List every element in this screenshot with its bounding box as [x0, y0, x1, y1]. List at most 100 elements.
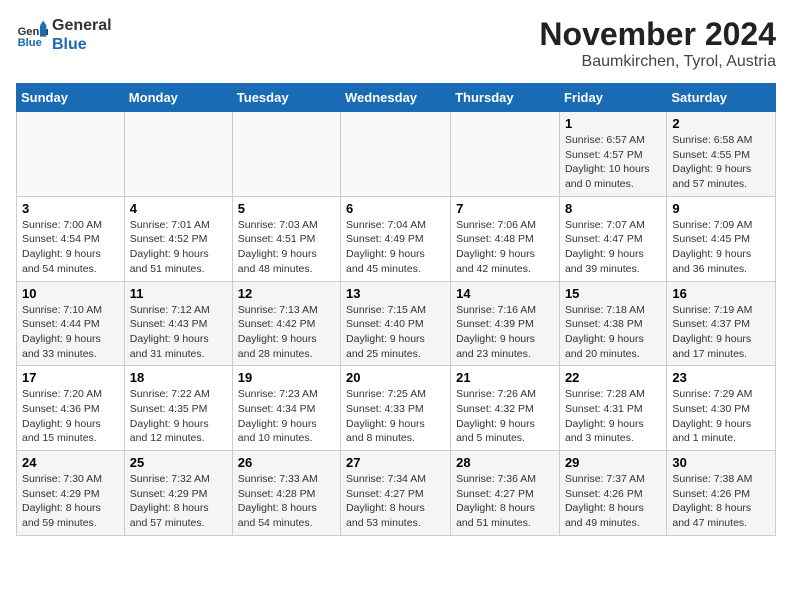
empty-cell — [341, 112, 451, 197]
calendar-table: SundayMondayTuesdayWednesdayThursdayFrid… — [16, 83, 776, 536]
header: General Blue General Blue November 2024 … — [16, 16, 776, 71]
header-wednesday: Wednesday — [341, 84, 451, 112]
day-info: Sunrise: 7:03 AM Sunset: 4:51 PM Dayligh… — [238, 218, 335, 277]
day-cell-19: 19 Sunrise: 7:23 AM Sunset: 4:34 PM Dayli… — [232, 366, 340, 451]
day-cell-5: 5Sunrise: 7:03 AM Sunset: 4:51 PM Daylig… — [232, 196, 340, 281]
day-number: 11 — [130, 286, 227, 301]
day-number: 14 — [456, 286, 554, 301]
day-info: Sunrise: 7:18 AM Sunset: 4:38 PM Dayligh… — [565, 303, 661, 362]
day-cell-27: 27Sunrise: 7:34 AM Sunset: 4:27 PM Dayli… — [341, 451, 451, 536]
day-number: 20 — [346, 370, 445, 385]
logo-line1: General — [52, 16, 112, 35]
day-info: Sunrise: 7:25 AM Sunset: 4:33 PM Dayligh… — [346, 387, 445, 446]
week-row-5: 24 Sunrise: 7:30 AM Sunset: 4:29 PM Dayli… — [17, 451, 776, 536]
day-number: 3 — [22, 201, 119, 216]
svg-text:Blue: Blue — [18, 37, 42, 49]
day-number: 19 — [238, 370, 335, 385]
day-cell-8: 8 Sunrise: 7:07 AM Sunset: 4:47 PM Daylig… — [559, 196, 666, 281]
day-info: Sunrise: 7:30 AM Sunset: 4:29 PM Dayligh… — [22, 472, 119, 531]
day-number: 24 — [22, 455, 119, 470]
day-cell-4: 4Sunrise: 7:01 AM Sunset: 4:52 PM Daylig… — [124, 196, 232, 281]
day-info: Sunrise: 7:20 AM Sunset: 4:36 PM Dayligh… — [22, 387, 119, 446]
day-cell-11: 11 Sunrise: 7:12 AM Sunset: 4:43 PM Dayli… — [124, 281, 232, 366]
day-info: Sunrise: 7:38 AM Sunset: 4:26 PM Dayligh… — [672, 472, 770, 531]
day-info: Sunrise: 7:37 AM Sunset: 4:26 PM Dayligh… — [565, 472, 661, 531]
day-info: Sunrise: 7:00 AM Sunset: 4:54 PM Dayligh… — [22, 218, 119, 277]
day-number: 28 — [456, 455, 554, 470]
day-info: Sunrise: 7:13 AM Sunset: 4:42 PM Dayligh… — [238, 303, 335, 362]
day-info: Sunrise: 7:36 AM Sunset: 4:27 PM Dayligh… — [456, 472, 554, 531]
day-cell-25: 25Sunrise: 7:32 AM Sunset: 4:29 PM Dayli… — [124, 451, 232, 536]
empty-cell — [232, 112, 340, 197]
day-info: Sunrise: 7:15 AM Sunset: 4:40 PM Dayligh… — [346, 303, 445, 362]
day-cell-3: 3 Sunrise: 7:00 AM Sunset: 4:54 PM Daylig… — [17, 196, 125, 281]
day-number: 21 — [456, 370, 554, 385]
day-number: 30 — [672, 455, 770, 470]
day-info: Sunrise: 7:09 AM Sunset: 4:45 PM Dayligh… — [672, 218, 770, 277]
day-cell-28: 28 Sunrise: 7:36 AM Sunset: 4:27 PM Dayli… — [451, 451, 560, 536]
day-cell-29: 29 Sunrise: 7:37 AM Sunset: 4:26 PM Dayli… — [559, 451, 666, 536]
day-number: 13 — [346, 286, 445, 301]
day-cell-10: 10 Sunrise: 7:10 AM Sunset: 4:44 PM Dayli… — [17, 281, 125, 366]
day-info: Sunrise: 7:19 AM Sunset: 4:37 PM Dayligh… — [672, 303, 770, 362]
month-title: November 2024 — [539, 16, 776, 53]
day-info: Sunrise: 7:32 AM Sunset: 4:29 PM Dayligh… — [130, 472, 227, 531]
day-number: 10 — [22, 286, 119, 301]
day-info: Sunrise: 7:12 AM Sunset: 4:43 PM Dayligh… — [130, 303, 227, 362]
day-number: 17 — [22, 370, 119, 385]
day-info: Sunrise: 6:58 AM Sunset: 4:55 PM Dayligh… — [672, 133, 770, 192]
day-cell-7: 7Sunrise: 7:06 AM Sunset: 4:48 PM Daylig… — [451, 196, 560, 281]
header-friday: Friday — [559, 84, 666, 112]
day-cell-20: 20 Sunrise: 7:25 AM Sunset: 4:33 PM Dayli… — [341, 366, 451, 451]
day-cell-17: 17 Sunrise: 7:20 AM Sunset: 4:36 PM Dayli… — [17, 366, 125, 451]
header-tuesday: Tuesday — [232, 84, 340, 112]
day-info: Sunrise: 7:26 AM Sunset: 4:32 PM Dayligh… — [456, 387, 554, 446]
day-cell-2: 2Sunrise: 6:58 AM Sunset: 4:55 PM Daylig… — [667, 112, 776, 197]
day-number: 26 — [238, 455, 335, 470]
day-cell-23: 23 Sunrise: 7:29 AM Sunset: 4:30 PM Dayli… — [667, 366, 776, 451]
day-cell-14: 14 Sunrise: 7:16 AM Sunset: 4:39 PM Dayli… — [451, 281, 560, 366]
day-number: 16 — [672, 286, 770, 301]
day-number: 27 — [346, 455, 445, 470]
day-number: 18 — [130, 370, 227, 385]
day-info: Sunrise: 7:28 AM Sunset: 4:31 PM Dayligh… — [565, 387, 661, 446]
empty-cell — [124, 112, 232, 197]
day-cell-16: 16 Sunrise: 7:19 AM Sunset: 4:37 PM Dayli… — [667, 281, 776, 366]
week-row-2: 3 Sunrise: 7:00 AM Sunset: 4:54 PM Daylig… — [17, 196, 776, 281]
day-cell-18: 18 Sunrise: 7:22 AM Sunset: 4:35 PM Dayli… — [124, 366, 232, 451]
day-number: 8 — [565, 201, 661, 216]
header-saturday: Saturday — [667, 84, 776, 112]
day-info: Sunrise: 7:33 AM Sunset: 4:28 PM Dayligh… — [238, 472, 335, 531]
empty-cell — [451, 112, 560, 197]
day-number: 22 — [565, 370, 661, 385]
header-sunday: Sunday — [17, 84, 125, 112]
day-number: 7 — [456, 201, 554, 216]
day-cell-26: 26 Sunrise: 7:33 AM Sunset: 4:28 PM Dayli… — [232, 451, 340, 536]
day-info: Sunrise: 7:22 AM Sunset: 4:35 PM Dayligh… — [130, 387, 227, 446]
day-cell-1: 1 Sunrise: 6:57 AM Sunset: 4:57 PM Daylig… — [559, 112, 666, 197]
day-info: Sunrise: 6:57 AM Sunset: 4:57 PM Dayligh… — [565, 133, 661, 192]
day-number: 1 — [565, 116, 661, 131]
calendar-header-row: SundayMondayTuesdayWednesdayThursdayFrid… — [17, 84, 776, 112]
day-number: 15 — [565, 286, 661, 301]
day-cell-24: 24 Sunrise: 7:30 AM Sunset: 4:29 PM Dayli… — [17, 451, 125, 536]
day-info: Sunrise: 7:29 AM Sunset: 4:30 PM Dayligh… — [672, 387, 770, 446]
day-info: Sunrise: 7:16 AM Sunset: 4:39 PM Dayligh… — [456, 303, 554, 362]
day-info: Sunrise: 7:07 AM Sunset: 4:47 PM Dayligh… — [565, 218, 661, 277]
day-number: 12 — [238, 286, 335, 301]
day-number: 9 — [672, 201, 770, 216]
day-number: 4 — [130, 201, 227, 216]
day-cell-6: 6Sunrise: 7:04 AM Sunset: 4:49 PM Daylig… — [341, 196, 451, 281]
day-info: Sunrise: 7:23 AM Sunset: 4:34 PM Dayligh… — [238, 387, 335, 446]
day-cell-9: 9 Sunrise: 7:09 AM Sunset: 4:45 PM Daylig… — [667, 196, 776, 281]
day-info: Sunrise: 7:10 AM Sunset: 4:44 PM Dayligh… — [22, 303, 119, 362]
logo-line2: Blue — [52, 35, 112, 54]
day-cell-15: 15 Sunrise: 7:18 AM Sunset: 4:38 PM Dayli… — [559, 281, 666, 366]
header-monday: Monday — [124, 84, 232, 112]
logo: General Blue General Blue — [16, 16, 112, 54]
day-cell-21: 21 Sunrise: 7:26 AM Sunset: 4:32 PM Dayli… — [451, 366, 560, 451]
day-number: 29 — [565, 455, 661, 470]
day-number: 23 — [672, 370, 770, 385]
title-area: November 2024 Baumkirchen, Tyrol, Austri… — [539, 16, 776, 71]
week-row-4: 17 Sunrise: 7:20 AM Sunset: 4:36 PM Dayli… — [17, 366, 776, 451]
